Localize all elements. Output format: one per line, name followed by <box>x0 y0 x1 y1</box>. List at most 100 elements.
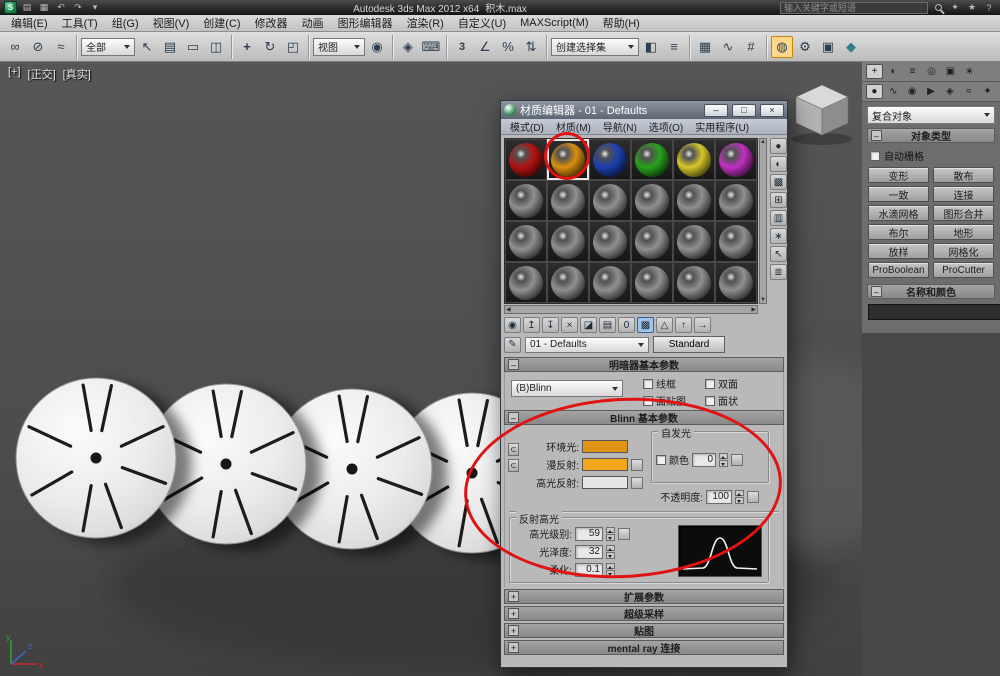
object-category-dropdown[interactable]: 复合对象 <box>867 106 995 124</box>
shapemerge-button[interactable]: 图形合并 <box>933 205 994 221</box>
faceted-checkbox[interactable] <box>705 395 715 406</box>
material-slot-21[interactable] <box>589 262 631 303</box>
glossiness-spinner[interactable] <box>606 544 615 559</box>
select-and-manipulate-icon[interactable]: ◈ <box>397 36 419 58</box>
percent-snap-icon[interactable]: % <box>497 36 519 58</box>
angle-snap-icon[interactable]: ∠ <box>474 36 496 58</box>
material-slot-10[interactable] <box>631 180 673 221</box>
category-geometry-icon[interactable]: ● <box>866 84 883 99</box>
autogrid-checkbox[interactable] <box>870 150 880 161</box>
material-slot-22[interactable] <box>631 262 673 303</box>
material-slot-12[interactable] <box>715 180 757 221</box>
rollout-blinn-basic-parameters[interactable]: – Blinn 基本参数 <box>504 410 784 425</box>
undo-icon[interactable]: ↶ <box>54 1 68 14</box>
selfillum-value-field[interactable]: 0 <box>692 452 716 467</box>
favorites-star-icon[interactable]: ★ <box>965 1 979 14</box>
rollout-mental-ray-connection[interactable]: + mental ray 连接 <box>504 640 784 655</box>
keyboard-shortcut-override-icon[interactable]: ⌨ <box>420 36 442 58</box>
viewport-pov-label[interactable]: [正交] <box>28 66 56 82</box>
material-slot-1[interactable] <box>505 139 547 180</box>
pick-material-eyedropper-icon[interactable]: ✎ <box>504 336 521 353</box>
select-by-name-icon[interactable]: ▤ <box>159 36 181 58</box>
assign-material-to-selection-icon[interactable]: ↧ <box>542 317 559 333</box>
category-cameras-icon[interactable]: ▶ <box>923 84 940 99</box>
quick-access-dropdown-icon[interactable]: ▾ <box>88 1 102 14</box>
opacity-spinner[interactable] <box>735 489 744 504</box>
named-selection-sets-dropdown[interactable]: 创建选择集 <box>551 37 639 56</box>
menu-group[interactable]: 组(G) <box>105 15 146 31</box>
bind-to-space-warp-icon[interactable]: ≈ <box>50 36 72 58</box>
material-slot-20[interactable] <box>547 262 589 303</box>
select-object-icon[interactable]: ↖ <box>136 36 158 58</box>
two-sided-checkbox[interactable] <box>705 378 715 389</box>
opacity-map-button[interactable] <box>747 490 759 503</box>
specular-level-field[interactable]: 59 <box>575 526 603 541</box>
tab-utilities-icon[interactable]: ∗ <box>961 64 978 79</box>
menu-views[interactable]: 视图(V) <box>146 15 197 31</box>
menu-customize[interactable]: 自定义(U) <box>451 15 513 31</box>
curve-editor-icon[interactable]: ∿ <box>717 36 739 58</box>
specular-map-button[interactable] <box>631 476 643 489</box>
diffuse-color-swatch[interactable] <box>582 458 628 471</box>
save-icon[interactable]: ▦ <box>37 1 51 14</box>
subscription-key-icon[interactable]: ✦ <box>948 1 962 14</box>
material-editor-icon[interactable]: ◍ <box>771 35 793 58</box>
menu-edit[interactable]: 编辑(E) <box>4 15 55 31</box>
menu-animation[interactable]: 动画 <box>295 15 331 31</box>
material-slot-8[interactable] <box>547 180 589 221</box>
tab-create-icon[interactable]: + <box>866 64 883 79</box>
rollout-extended-parameters[interactable]: + 扩展参数 <box>504 589 784 604</box>
viewport-general-menu[interactable]: [+] <box>8 66 21 82</box>
terrain-button[interactable]: 地形 <box>933 224 994 240</box>
proboolean-button[interactable]: ProBoolean <box>868 262 929 278</box>
material-type-button[interactable]: Standard <box>653 336 725 353</box>
material-slot-9[interactable] <box>589 180 631 221</box>
conform-button[interactable]: 一致 <box>868 186 929 202</box>
material-slot-13[interactable] <box>505 221 547 262</box>
opacity-value-field[interactable]: 100 <box>706 489 732 504</box>
glossiness-field[interactable]: 32 <box>575 544 603 559</box>
category-spacewarps-icon[interactable]: ≈ <box>960 84 977 99</box>
scatter-button[interactable]: 散布 <box>933 167 994 183</box>
me-menu-modes[interactable]: 模式(D) <box>504 119 550 134</box>
lock-ambient-diffuse-icon[interactable]: ⊂ <box>508 443 519 456</box>
help-icon[interactable]: ? <box>982 1 996 14</box>
selfillum-spinner[interactable] <box>719 452 728 467</box>
menu-create[interactable]: 创建(C) <box>196 15 247 31</box>
selfillum-color-checkbox[interactable] <box>656 454 666 465</box>
tab-motion-icon[interactable]: ◎ <box>923 64 940 79</box>
material-slot-17[interactable] <box>673 221 715 262</box>
mesher-button[interactable]: 网格化 <box>933 243 994 259</box>
backlight-icon[interactable]: ◐ <box>769 156 787 172</box>
sample-background-icon[interactable]: ▩ <box>769 174 787 190</box>
go-to-parent-icon[interactable]: ↑ <box>675 317 692 333</box>
material-slot-19[interactable] <box>505 262 547 303</box>
ambient-color-swatch[interactable] <box>582 440 628 453</box>
menu-maxscript[interactable]: MAXScript(M) <box>513 17 595 29</box>
loft-button[interactable]: 放样 <box>868 243 929 259</box>
viewport-shading-label[interactable]: [真实] <box>63 66 91 82</box>
infocenter-search-input[interactable] <box>780 1 928 14</box>
category-lights-icon[interactable]: ◉ <box>904 84 921 99</box>
material-slot-7[interactable] <box>505 180 547 221</box>
tab-display-icon[interactable]: ▣ <box>942 64 959 79</box>
me-menu-utilities[interactable]: 实用程序(U) <box>689 119 755 134</box>
specular-level-spinner[interactable] <box>606 526 615 541</box>
search-icon[interactable] <box>931 1 945 14</box>
object-name-field[interactable] <box>868 304 1000 320</box>
material-slot-4[interactable] <box>631 139 673 180</box>
reference-coordinate-dropdown[interactable]: 视图 <box>313 37 365 56</box>
rollout-name-and-color[interactable]: – 名称和颜色 <box>867 284 995 299</box>
specular-level-map-button[interactable] <box>618 527 630 540</box>
sample-uv-tiling-icon[interactable]: ⊞ <box>769 192 787 208</box>
category-systems-icon[interactable]: ✦ <box>979 84 996 99</box>
me-menu-navigation[interactable]: 导航(N) <box>597 119 643 134</box>
blobmesh-button[interactable]: 水滴网格 <box>868 205 929 221</box>
use-pivot-center-icon[interactable]: ◉ <box>366 36 388 58</box>
lock-diffuse-specular-icon[interactable]: ⊂ <box>508 459 519 472</box>
menu-tools[interactable]: 工具(T) <box>55 15 105 31</box>
material-slot-15[interactable] <box>589 221 631 262</box>
select-by-material-icon[interactable]: ↖ <box>769 246 787 262</box>
reset-map-icon[interactable]: × <box>561 317 578 333</box>
material-slot-14[interactable] <box>547 221 589 262</box>
